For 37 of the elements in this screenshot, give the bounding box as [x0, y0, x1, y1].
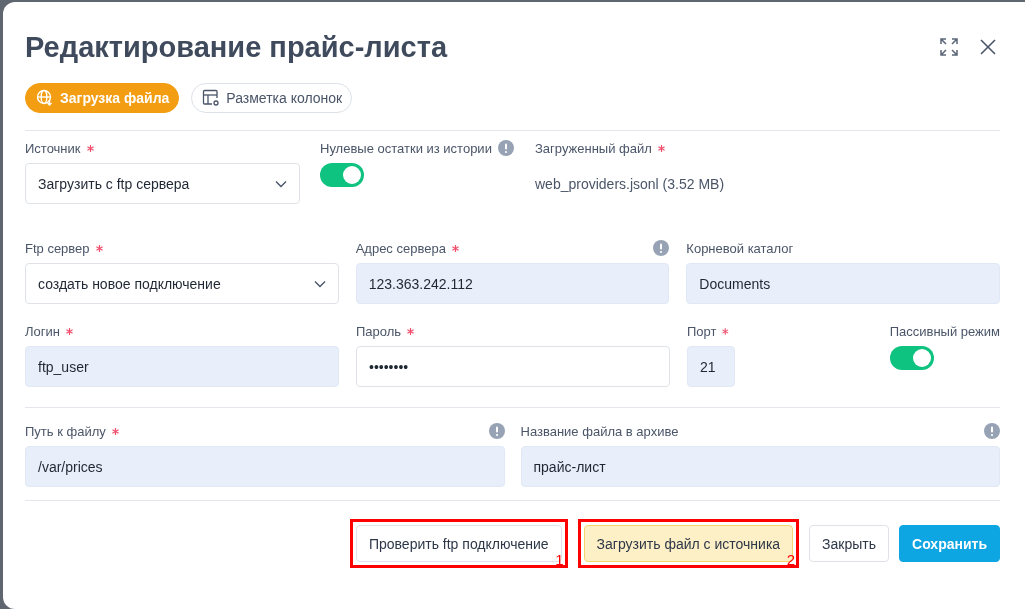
field-label: Нулевые остатки из истории [320, 140, 492, 156]
text-input[interactable]: ftp_user [25, 346, 339, 387]
info-icon[interactable] [984, 423, 1000, 439]
dialog-title: Редактирование прайс-листа [25, 30, 448, 64]
field-label: Источник [25, 140, 81, 156]
globe-icon [36, 89, 54, 107]
text-input[interactable]: •••••••• [356, 346, 670, 387]
chevron-down-icon [275, 179, 287, 188]
text-input[interactable]: 21 [687, 346, 735, 387]
field-label: Корневой каталог [686, 240, 794, 256]
field-label: Путь к файлу [25, 423, 106, 439]
text-input[interactable]: Documents [686, 263, 1000, 304]
expand-icon[interactable] [940, 38, 958, 56]
field-label: Адрес сервера [355, 240, 446, 256]
toggle-switch[interactable] [320, 163, 364, 187]
info-icon[interactable] [488, 423, 505, 439]
close-icon[interactable] [980, 39, 996, 55]
field-label: Логин [25, 323, 60, 339]
text-input[interactable]: /var/prices [25, 446, 505, 487]
dropdown-select[interactable]: создать новое подключение [25, 263, 339, 304]
action-button[interactable]: Закрыть [809, 525, 890, 562]
dropdown-select[interactable]: Загрузить с ftp сервера [25, 163, 300, 204]
field-label: Название файла в архиве [520, 423, 679, 439]
text-input[interactable]: прайс-лист [520, 446, 1000, 487]
text-input[interactable]: 123.363.242.112 [355, 263, 670, 304]
info-icon[interactable] [497, 140, 514, 156]
field-label: Загруженный файл [535, 140, 652, 156]
toggle-switch[interactable] [889, 346, 934, 370]
field-label: Пассивный режим [889, 323, 1000, 339]
tab[interactable]: Разметка колонок [191, 83, 353, 113]
field-label: Ftp сервер [25, 240, 90, 256]
field-label: Пароль [356, 323, 402, 339]
field-label: Порт [687, 323, 717, 339]
file-name: web_providers.jsonl (3.52 MB) [535, 176, 725, 192]
info-icon[interactable] [653, 240, 670, 256]
chevron-down-icon [313, 279, 326, 288]
table-settings-icon [202, 89, 221, 107]
